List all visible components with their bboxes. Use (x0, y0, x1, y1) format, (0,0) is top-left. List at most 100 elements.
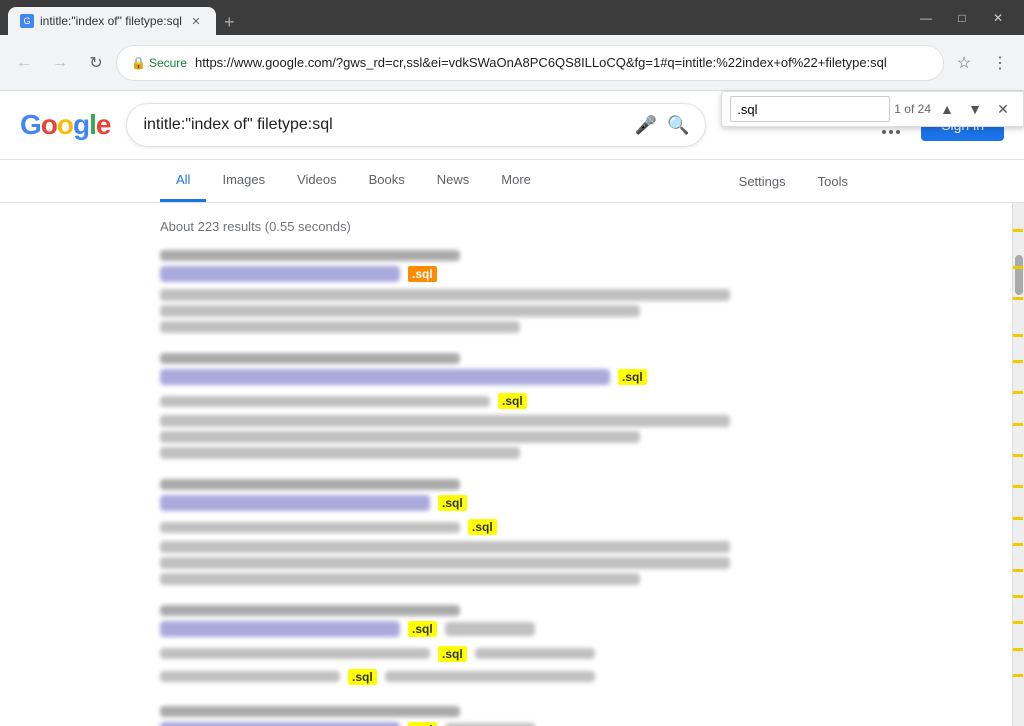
find-prev-button[interactable]: ▲ (935, 97, 959, 121)
logo-o1: o (41, 109, 57, 140)
result-snippet-part2 (475, 648, 595, 659)
address-bar: ← → ↻ 🔒 Secure https://www.google.com/?g… (0, 35, 1024, 91)
find-marker (1013, 423, 1023, 426)
find-marker (1013, 517, 1023, 520)
sql-badge-orange: .sql (408, 265, 437, 283)
result-title-row: .sql (160, 368, 760, 386)
find-marker (1013, 569, 1023, 572)
tab-tools[interactable]: Tools (802, 162, 864, 201)
back-button[interactable]: ← (8, 47, 40, 79)
search-result: .sql (160, 250, 760, 333)
result-title[interactable] (160, 621, 400, 637)
result-title[interactable] (160, 369, 610, 385)
result-snippet-line2 (160, 415, 730, 427)
tab-images[interactable]: Images (206, 160, 281, 202)
result-snippet-line4 (160, 573, 640, 585)
result-snippet-line4 (160, 447, 520, 459)
sql-badge-yellow: .sql (438, 494, 467, 512)
tab-videos[interactable]: Videos (281, 160, 353, 202)
tab-news-label: News (437, 172, 470, 187)
find-marker (1013, 674, 1023, 677)
scroll-thumb[interactable] (1015, 255, 1023, 295)
search-icon[interactable]: 🔍 (667, 115, 689, 136)
find-close-button[interactable]: ✕ (991, 97, 1015, 121)
result-snippet-line1 (160, 396, 490, 407)
tab-books[interactable]: Books (353, 160, 421, 202)
find-marker (1013, 266, 1023, 269)
result-title[interactable] (160, 722, 400, 726)
tab-images-label: Images (222, 172, 265, 187)
find-marker (1013, 360, 1023, 363)
menu-button[interactable]: ⋮ (984, 47, 1016, 79)
reload-button[interactable]: ↻ (80, 47, 112, 79)
tab-close-button[interactable]: ✕ (188, 13, 204, 29)
find-bar: 1 of 24 ▲ ▼ ✕ (721, 91, 1024, 127)
find-marker (1013, 485, 1023, 488)
close-button[interactable]: ✕ (980, 0, 1016, 35)
tab-news[interactable]: News (421, 160, 486, 202)
find-marker (1013, 297, 1023, 300)
logo-g: G (20, 109, 41, 140)
result-title-row: .sql (160, 265, 760, 283)
result-snippet-line2 (160, 671, 340, 682)
search-box[interactable]: intitle:"index of" filetype:sql 🎤 🔍 (126, 103, 706, 147)
result-filetype (445, 622, 535, 636)
sql-badge-yellow2: .sql (468, 518, 497, 537)
find-count: 1 of 24 (894, 102, 931, 116)
find-marker (1013, 334, 1023, 337)
tab-more[interactable]: More (485, 160, 547, 202)
search-result: .sql .sql (160, 353, 760, 459)
result-url (160, 479, 460, 490)
lock-icon: 🔒 (131, 56, 146, 70)
bookmark-button[interactable]: ☆ (948, 47, 980, 79)
new-tab-button[interactable]: + (220, 12, 239, 33)
find-marker (1013, 621, 1023, 624)
result-title-row: .sql (160, 620, 760, 638)
sql-badge-yellow: .sql (408, 620, 437, 638)
maximize-button[interactable]: □ (944, 0, 980, 35)
search-box-wrapper: intitle:"index of" filetype:sql 🎤 🔍 (126, 103, 706, 147)
url-bar[interactable]: 🔒 Secure https://www.google.com/?gws_rd=… (116, 45, 944, 81)
logo-l: l (89, 109, 96, 140)
result-snippet-line2 (160, 305, 640, 317)
tab-bar: G intitle:"index of" filetype:sql ✕ + (8, 0, 238, 35)
result-url (160, 605, 460, 616)
find-input[interactable] (730, 96, 890, 122)
window-controls: — □ ✕ (908, 0, 1016, 35)
search-query: intitle:"index of" filetype:sql (143, 116, 624, 134)
find-next-button[interactable]: ▼ (963, 97, 987, 121)
minimize-button[interactable]: — (908, 0, 944, 35)
main-content: About 223 results (0.55 seconds) .sql (0, 203, 1024, 726)
result-title-row: .sql (160, 494, 760, 512)
results-area: About 223 results (0.55 seconds) .sql (0, 203, 1012, 726)
logo-o2: o (57, 109, 73, 140)
sql-badge-yellow3: .sql (348, 668, 377, 686)
result-url (160, 353, 460, 364)
result-snippet-line3 (385, 671, 595, 682)
tab-videos-label: Videos (297, 172, 337, 187)
google-logo: Google (20, 109, 110, 141)
microphone-icon[interactable]: 🎤 (635, 115, 657, 136)
find-marker (1013, 454, 1023, 457)
find-marker (1013, 648, 1023, 651)
result-snippet-line1 (160, 289, 730, 301)
secure-badge: 🔒 Secure (131, 56, 187, 70)
tab-books-label: Books (369, 172, 405, 187)
forward-button[interactable]: → (44, 47, 76, 79)
active-tab[interactable]: G intitle:"index of" filetype:sql ✕ (8, 7, 216, 35)
results-container: About 223 results (0.55 seconds) .sql (0, 203, 1012, 726)
chrome-window: G intitle:"index of" filetype:sql ✕ + — … (0, 0, 1024, 726)
tab-favicon: G (20, 14, 34, 28)
sql-badge-yellow: .sql (408, 721, 437, 726)
find-marker (1013, 543, 1023, 546)
tab-settings[interactable]: Settings (723, 162, 802, 201)
sql-badge-yellow2: .sql (438, 645, 467, 663)
result-snippet-line3 (160, 431, 640, 443)
find-marker (1013, 391, 1023, 394)
scroll-track[interactable] (1012, 203, 1024, 726)
tab-all-label: All (176, 172, 190, 187)
find-marker (1013, 595, 1023, 598)
result-title[interactable] (160, 266, 400, 282)
tab-all[interactable]: All (160, 160, 206, 202)
result-title[interactable] (160, 495, 430, 511)
